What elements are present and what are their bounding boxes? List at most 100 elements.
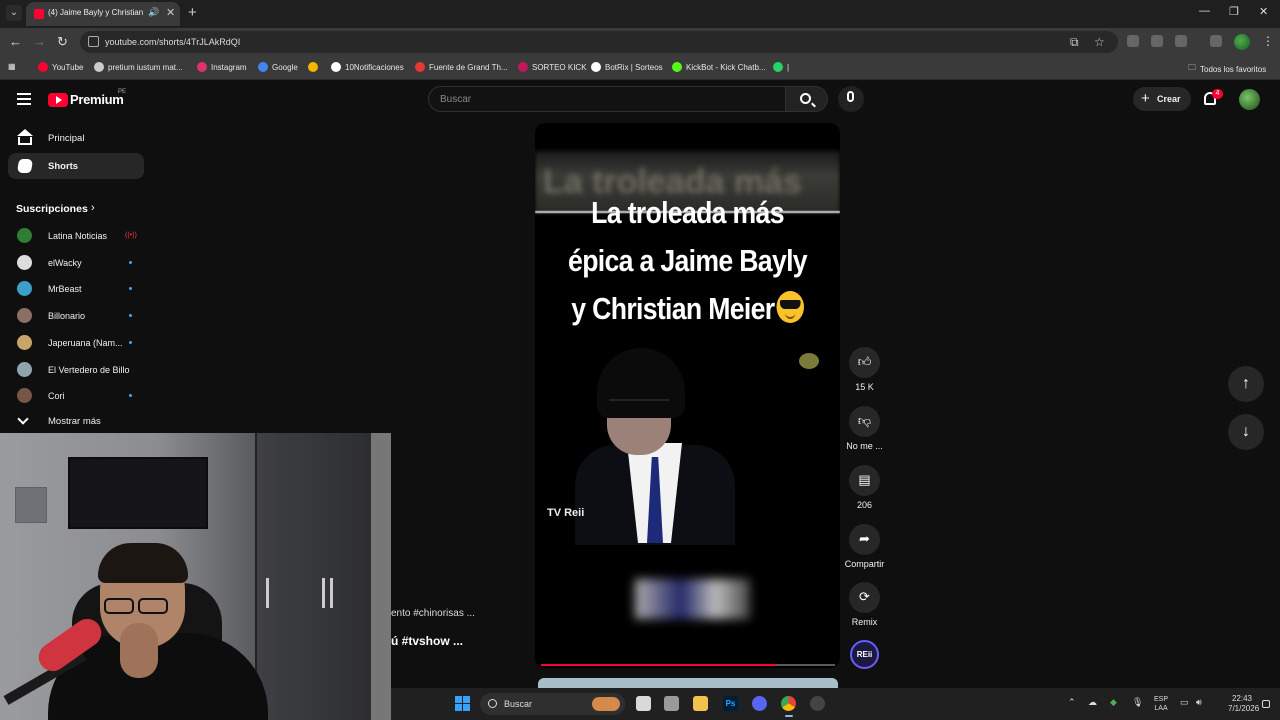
dislike-button[interactable]: 👎︎	[849, 406, 880, 437]
sidebar-item-label: Shorts	[48, 161, 79, 172]
extension-icon[interactable]	[1151, 35, 1163, 47]
video-caption-title: La troleada más épica a Jaime Bayly y Ch…	[556, 189, 818, 333]
media-control-icon[interactable]	[1210, 35, 1222, 47]
sidebar-item-principal[interactable]: Principal	[8, 125, 144, 151]
webcam-glasses	[104, 598, 134, 614]
file-explorer-icon[interactable]	[693, 696, 708, 711]
remix-button[interactable]: ⟳	[849, 582, 880, 613]
bookmark-item[interactable]: 10Notificaciones	[331, 62, 404, 72]
all-bookmarks-folder[interactable]: 🗀 Todos los favoritos	[1188, 62, 1266, 76]
search-button[interactable]	[786, 86, 828, 112]
subscription-item[interactable]: Cori	[8, 382, 144, 408]
task-view-icon[interactable]	[636, 696, 651, 711]
bookmark-item[interactable]: Instagram	[197, 62, 247, 72]
bookmark-item[interactable]: |	[773, 62, 789, 72]
network-icon[interactable]: ▭	[1180, 697, 1189, 708]
show-more-button[interactable]: Mostrar más	[48, 416, 101, 427]
channel-avatar	[17, 228, 32, 243]
url-text[interactable]: youtube.com/shorts/4TrJLAkRdQI	[105, 37, 240, 47]
subscription-item[interactable]: Billonario	[8, 302, 144, 328]
tab-title: (4) Jaime Bayly y Christian M	[48, 8, 144, 17]
extension-icon[interactable]	[1127, 35, 1139, 47]
bookmark-item[interactable]: KickBot - Kick Chatb...	[672, 62, 766, 72]
next-short-button[interactable]: ↓	[1228, 414, 1264, 450]
taskbar-app-icon[interactable]	[664, 696, 679, 711]
browser-menu-icon[interactable]: ⋮	[1262, 34, 1274, 48]
discord-icon[interactable]	[752, 696, 767, 711]
video-progress-bar[interactable]	[541, 664, 835, 666]
bookmark-item[interactable]: Google	[258, 62, 298, 72]
comments-count: 206	[856, 500, 873, 510]
bookmark-favicon-icon	[258, 62, 268, 72]
subscription-item[interactable]: Japeruana (Nam...	[8, 329, 144, 355]
bookmark-label: Fuente de Grand Th...	[429, 62, 508, 72]
bookmark-favicon-icon	[308, 62, 318, 72]
tray-app-icon[interactable]: ☁	[1088, 697, 1097, 708]
bookmark-item[interactable]: Fuente de Grand Th...	[415, 62, 508, 72]
chrome-icon[interactable]	[781, 696, 796, 717]
hamburger-menu-icon[interactable]	[17, 93, 31, 105]
bookmark-star-icon[interactable]: ☆	[1094, 35, 1105, 49]
new-tab-button[interactable]: +	[188, 4, 197, 22]
taskbar-clock[interactable]: 22:43 7/1/2026	[1228, 694, 1259, 714]
like-button[interactable]: 👍︎	[849, 347, 880, 378]
previous-short-button[interactable]: ↑	[1228, 366, 1264, 402]
comments-button[interactable]: ▤	[849, 465, 880, 496]
short-hashtags-line[interactable]: ú #tvshow ...	[391, 634, 463, 648]
install-app-icon[interactable]: ⧉	[1070, 35, 1079, 50]
restore-button[interactable]: ❐	[1229, 5, 1239, 18]
back-arrow-icon[interactable]: ←	[9, 34, 22, 50]
subscription-item[interactable]: Latina Noticias ((•))	[8, 222, 144, 248]
subscription-item[interactable]: El Vertedero de Billo	[8, 356, 144, 382]
minimize-button[interactable]: —	[1199, 5, 1210, 17]
language-code: ESP	[1154, 696, 1169, 703]
close-tab-icon[interactable]: ✕	[166, 6, 175, 19]
share-button[interactable]: ➦	[849, 524, 880, 555]
notifications-badge: 4	[1212, 89, 1223, 99]
chevron-right-icon[interactable]: ›	[91, 202, 95, 214]
bookmark-item[interactable]: SORTEO KICK	[518, 62, 587, 72]
subscription-item[interactable]: elWacky	[8, 249, 144, 275]
reload-icon[interactable]: ↻	[57, 34, 68, 50]
youtube-premium-logo-text[interactable]: Premium	[70, 92, 124, 107]
search-input[interactable]: Buscar	[428, 86, 786, 112]
microphone-icon[interactable]: 🎙︎	[1132, 697, 1143, 708]
short-description-line[interactable]: ento #chinorisas ...	[391, 608, 475, 619]
close-window-button[interactable]: ✕	[1259, 5, 1268, 18]
browser-tab-active[interactable]: (4) Jaime Bayly y Christian M 🔊 ✕	[26, 2, 180, 26]
bookmark-item[interactable]: YouTube	[38, 62, 83, 72]
volume-icon[interactable]: 🔊︎	[1196, 697, 1202, 708]
subscription-item[interactable]: MrBeast	[8, 275, 144, 301]
webcam-person-hand	[120, 623, 158, 678]
short-video-player[interactable]: La troleada más La troleada más épica a …	[535, 123, 840, 668]
taskbar-search[interactable]: Buscar	[480, 693, 625, 715]
address-bar[interactable]: youtube.com/shorts/4TrJLAkRdQI ⧉ ☆	[80, 31, 1118, 53]
bookmark-label: BotRix | Sorteos	[605, 62, 663, 72]
notification-center-icon[interactable]	[1262, 700, 1270, 708]
channel-avatar[interactable]: REii	[850, 640, 879, 669]
windows-start-icon[interactable]	[455, 696, 470, 711]
browser-profile-avatar[interactable]	[1234, 34, 1250, 50]
subscriptions-heading[interactable]: Suscripciones	[16, 203, 88, 215]
home-icon	[18, 137, 32, 145]
extensions-puzzle-icon[interactable]	[1175, 35, 1187, 47]
language-indicator[interactable]: ESP LAA	[1154, 695, 1168, 713]
create-button[interactable]: + Crear	[1133, 87, 1191, 111]
taskbar-app-icon[interactable]	[810, 696, 825, 711]
site-info-icon[interactable]	[88, 36, 99, 47]
speaker-icon[interactable]: 🔊	[148, 7, 159, 18]
chevron-down-icon[interactable]	[17, 413, 29, 425]
bookmark-item[interactable]: pretium iustum mat...	[94, 62, 183, 72]
apps-grid-icon[interactable]: ▦	[8, 62, 16, 71]
account-avatar[interactable]	[1239, 89, 1260, 110]
voice-search-button[interactable]	[838, 86, 864, 112]
tray-app-icon[interactable]: ◆	[1110, 697, 1117, 708]
sidebar-item-shorts[interactable]: Shorts	[8, 153, 144, 179]
webcam-door-handle	[322, 578, 325, 608]
bookmark-item[interactable]	[308, 62, 322, 72]
tray-expand-icon[interactable]: ⌃	[1068, 697, 1076, 708]
forward-arrow-icon[interactable]: →	[33, 34, 46, 50]
photoshop-icon[interactable]: Ps	[723, 696, 738, 711]
tab-search-button[interactable]: ⌄	[6, 5, 22, 21]
bookmark-item[interactable]: BotRix | Sorteos	[591, 62, 663, 72]
